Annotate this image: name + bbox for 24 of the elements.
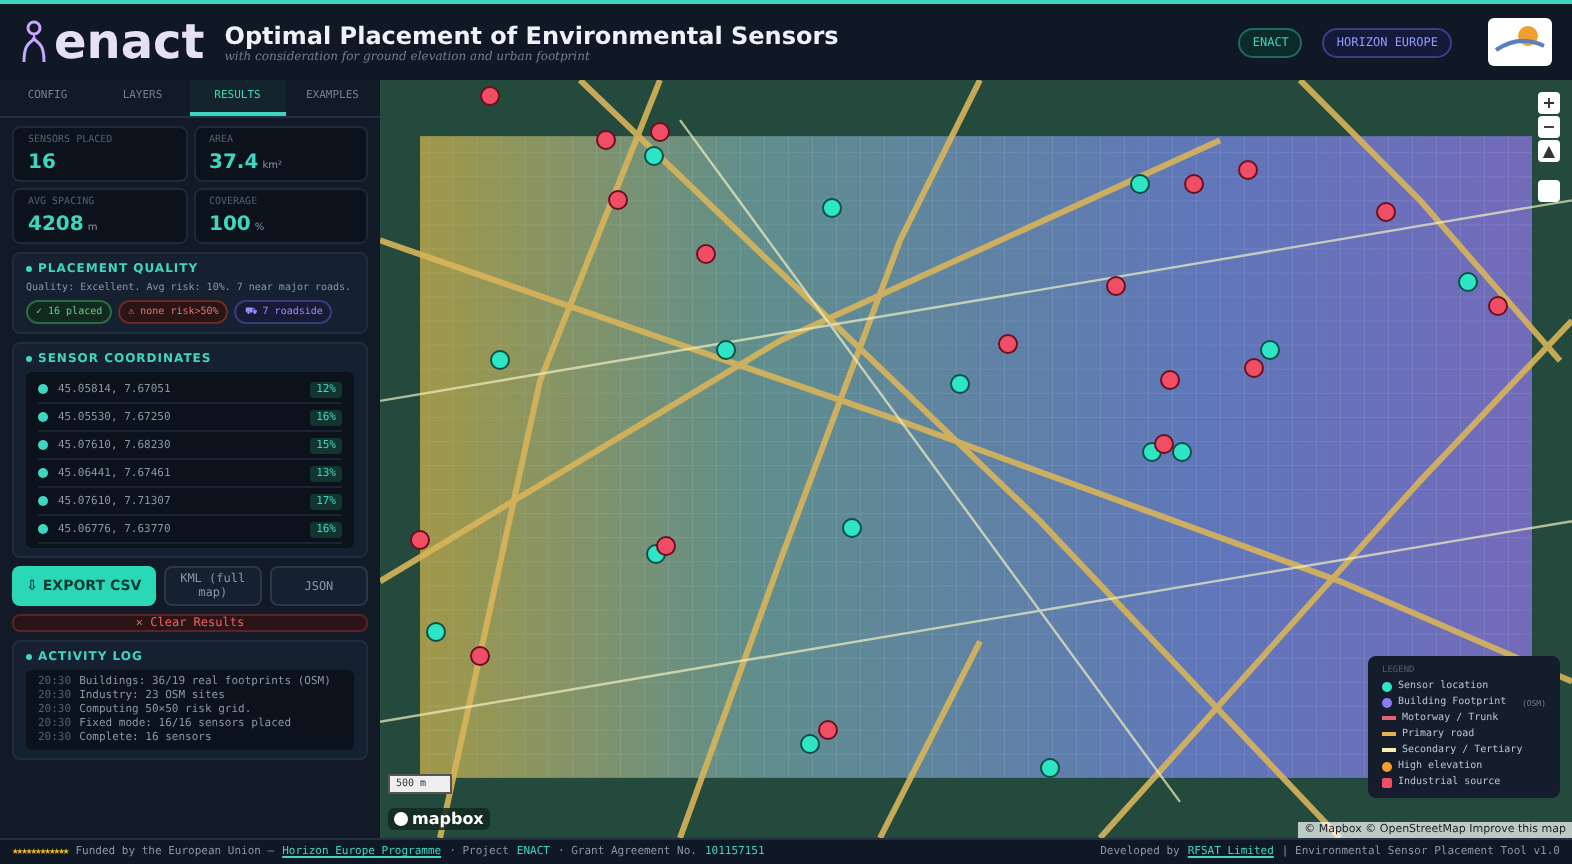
zoom-control[interactable]: − xyxy=(1538,116,1560,138)
industrial-marker[interactable] xyxy=(409,530,430,551)
stat-value: 16 xyxy=(28,152,58,174)
person-icon xyxy=(20,20,48,64)
app-title: Optimal Placement of Environmental Sensors xyxy=(224,21,841,49)
industrial-marker[interactable] xyxy=(596,130,617,151)
sensor-icon xyxy=(38,524,48,534)
sensor-icon xyxy=(38,496,48,506)
zoom-control[interactable]: ▲ xyxy=(1538,140,1560,162)
bullet-icon xyxy=(26,356,32,362)
brand-icon xyxy=(394,812,408,826)
sensor-icon xyxy=(38,468,48,478)
logo-text: enact xyxy=(54,14,205,70)
fullscreen-icon[interactable] xyxy=(1538,180,1560,202)
industrial-marker[interactable] xyxy=(650,122,671,143)
industrial-marker[interactable] xyxy=(479,85,500,106)
zoom-control[interactable]: + xyxy=(1538,92,1560,114)
bullet-icon xyxy=(26,266,32,272)
bullet-icon xyxy=(26,654,32,660)
sensor-icon xyxy=(38,440,48,450)
sensor-icon xyxy=(38,412,48,422)
sensor-icon xyxy=(38,384,48,394)
map-brand: mapbox xyxy=(412,810,484,828)
partner-logo xyxy=(1488,18,1552,66)
